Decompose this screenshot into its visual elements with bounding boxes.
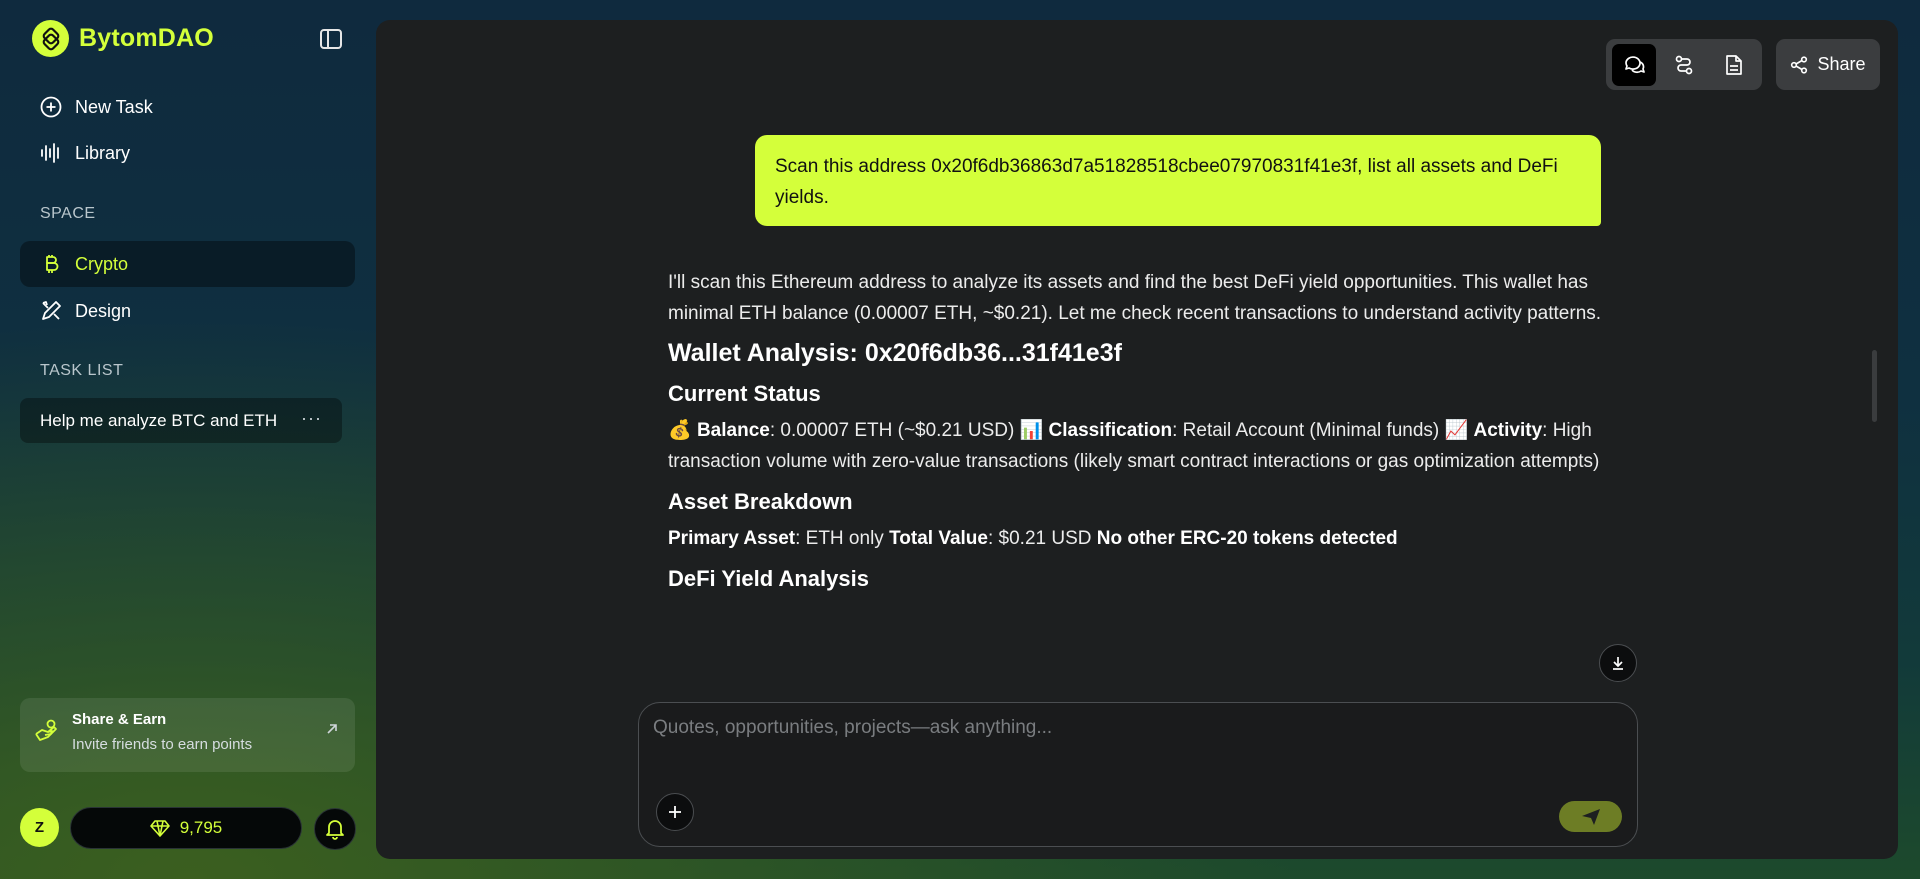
bar-chart-icon: 📊: [1019, 420, 1044, 441]
notifications-button[interactable]: [314, 808, 356, 850]
money-bag-icon: 💰: [668, 420, 692, 441]
new-task-label: New Task: [75, 96, 153, 117]
document-icon: [1724, 54, 1744, 76]
bitcoin-icon: [39, 252, 63, 276]
arrow-down-icon: [1610, 655, 1626, 671]
share-button[interactable]: Share: [1776, 39, 1880, 90]
diamond-icon: [149, 819, 170, 837]
scroll-to-bottom-button[interactable]: [1599, 644, 1637, 682]
trend-chart-icon: 📈: [1444, 420, 1469, 441]
design-tools-icon: [39, 299, 63, 323]
more-options-icon[interactable]: ···: [301, 408, 322, 429]
share-icon: [1790, 55, 1808, 74]
space-item-label: Design: [75, 300, 132, 321]
assistant-reply: I'll scan this Ethereum address to analy…: [668, 267, 1608, 600]
points-balance[interactable]: 9,795: [70, 807, 302, 849]
chat-scrollbar[interactable]: [1872, 350, 1877, 422]
classification-label: Classification: [1048, 420, 1173, 441]
classification-value: : Retail Account (Minimal funds): [1172, 420, 1445, 441]
message-input[interactable]: [653, 717, 1613, 777]
defi-yield-heading: DeFi Yield Analysis: [668, 566, 869, 591]
space-item-crypto[interactable]: Crypto: [20, 241, 355, 287]
brand-name: BytomDAO: [79, 24, 214, 52]
space-item-label: Crypto: [75, 253, 129, 274]
workflow-view-button[interactable]: [1662, 44, 1706, 86]
workflow-icon: [1673, 54, 1695, 76]
share-earn-subtitle: Invite friends to earn points: [72, 736, 253, 753]
waveform-icon: [39, 141, 63, 165]
space-item-design[interactable]: Design: [20, 288, 355, 334]
bytom-logo-icon: [32, 20, 69, 57]
view-toggle-group: [1606, 39, 1762, 90]
send-button[interactable]: [1559, 801, 1622, 832]
plus-icon: [667, 804, 683, 820]
document-view-button[interactable]: [1712, 44, 1756, 86]
total-value-value: : $0.21 USD: [987, 528, 1097, 549]
total-value-label: Total Value: [889, 528, 988, 549]
bell-icon: [325, 818, 345, 840]
library-label: Library: [75, 142, 131, 163]
current-status-heading: Current Status: [668, 381, 821, 406]
user-avatar[interactable]: Z: [20, 808, 59, 847]
balance-value: : 0.00007 ETH (~$0.21 USD): [769, 420, 1020, 441]
arrow-up-right-icon: [325, 722, 339, 736]
wallet-analysis-heading: Wallet Analysis: 0x20f6db36...31f41e3f: [668, 339, 1122, 367]
balance-label: Balance: [696, 420, 770, 441]
primary-asset-value: : ETH only: [795, 528, 890, 549]
task-list-item[interactable]: Help me analyze BTC and ETH ···: [20, 398, 342, 443]
points-value: 9,795: [179, 818, 223, 837]
primary-asset-label: Primary Asset: [668, 528, 796, 549]
token-note: No other ERC-20 tokens detected: [1096, 528, 1398, 549]
activity-label: Activity: [1473, 420, 1543, 441]
share-label: Share: [1817, 54, 1866, 74]
reply-intro: I'll scan this Ethereum address to analy…: [668, 272, 1602, 324]
plus-circle-icon: [39, 95, 63, 119]
hand-coin-icon: [34, 718, 60, 744]
chat-view-button[interactable]: [1612, 43, 1656, 86]
task-list-section-label: TASK LIST: [40, 362, 124, 379]
message-composer: [638, 702, 1638, 847]
space-section-label: SPACE: [40, 205, 96, 222]
new-task-button[interactable]: New Task: [20, 84, 355, 130]
sidebar: BytomDAO New Task Library SPACE Crypto D…: [0, 0, 376, 879]
share-earn-title: Share & Earn: [72, 711, 167, 728]
chat-bubbles-icon: [1623, 54, 1645, 76]
paper-plane-icon: [1581, 808, 1601, 826]
library-button[interactable]: Library: [20, 130, 355, 176]
current-status-text: 💰 Balance: 0.00007 ETH (~$0.21 USD) 📊 Cl…: [668, 415, 1608, 477]
share-earn-card[interactable]: Share & Earn Invite friends to earn poin…: [20, 698, 355, 772]
main-panel: Share Scan this address 0x20f6db36863d7a…: [376, 20, 1898, 859]
asset-breakdown-heading: Asset Breakdown: [668, 489, 853, 514]
user-message: Scan this address 0x20f6db36863d7a518285…: [755, 135, 1601, 226]
brand[interactable]: BytomDAO: [32, 20, 214, 57]
add-attachment-button[interactable]: [656, 793, 694, 831]
sidebar-toggle-button[interactable]: [316, 26, 346, 52]
asset-breakdown-text: Primary Asset: ETH only Total Value: $0.…: [668, 523, 1608, 554]
task-item-label: Help me analyze BTC and ETH: [40, 410, 278, 430]
